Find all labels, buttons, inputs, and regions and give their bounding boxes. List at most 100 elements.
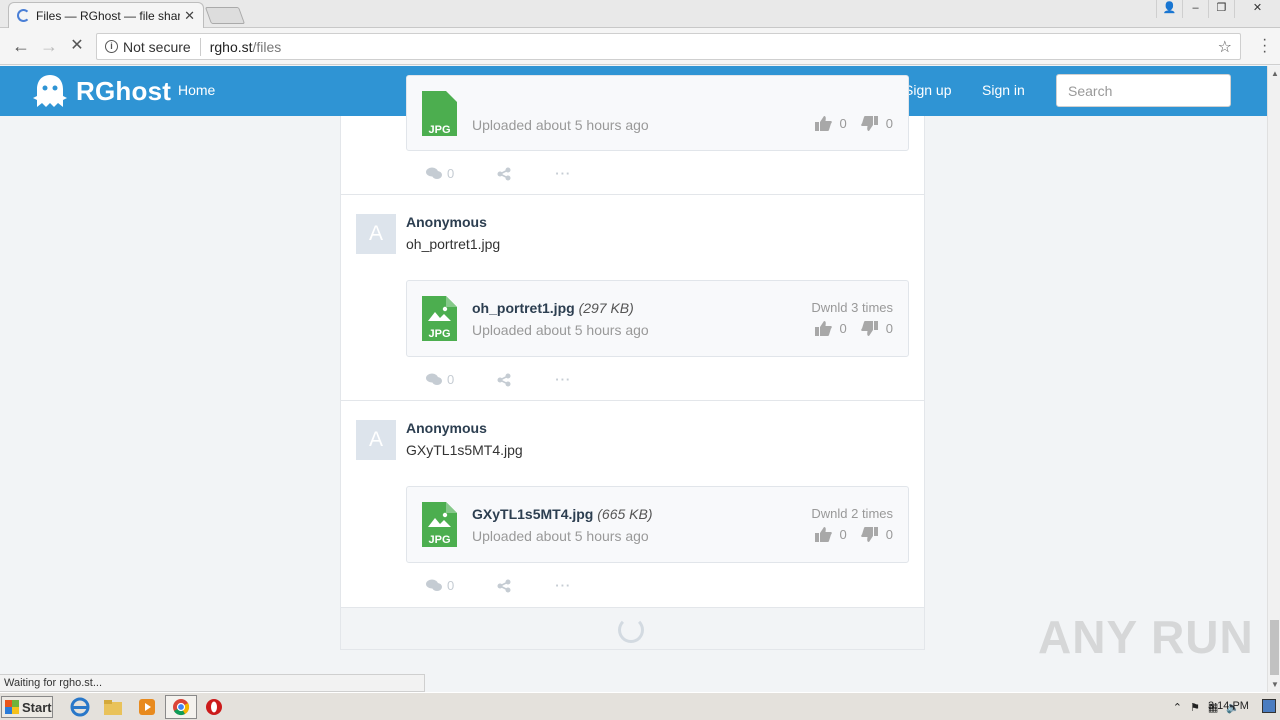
- dislike-count: 0: [885, 116, 893, 131]
- share-icon: [497, 579, 511, 592]
- thumbs-up-icon: [814, 527, 832, 542]
- comments-button[interactable]: 0: [426, 372, 454, 387]
- avatar[interactable]: A: [356, 214, 396, 254]
- address-bar[interactable]: i Not secure rgho.st/files ☆: [96, 33, 1241, 60]
- search-input[interactable]: [1056, 74, 1231, 107]
- new-tab-button[interactable]: [204, 7, 246, 24]
- security-label: Not secure: [123, 38, 191, 55]
- vote-controls: 0 0: [801, 527, 893, 542]
- back-arrow-icon[interactable]: ←: [10, 36, 32, 58]
- bookmark-star-icon[interactable]: ☆: [1218, 37, 1232, 57]
- share-button[interactable]: [497, 373, 511, 387]
- jpg-badge: JPG: [428, 328, 450, 340]
- page-scrollbar[interactable]: ▲ ▼: [1267, 66, 1280, 692]
- start-button[interactable]: Start: [1, 696, 53, 718]
- file-name[interactable]: GXyTL1s5MT4.jpg (665 KB): [472, 506, 653, 522]
- browser-toolbar: ← → ✕ i Not secure rgho.st/files ☆ · · ·: [0, 28, 1280, 65]
- post-author[interactable]: Anonymous: [406, 420, 487, 436]
- user-icon[interactable]: 👤: [1156, 0, 1182, 18]
- stop-loading-icon[interactable]: ✕: [66, 36, 88, 58]
- show-desktop-button[interactable]: [1262, 699, 1276, 713]
- scroll-down-arrow-icon[interactable]: ▼: [1271, 680, 1279, 689]
- like-button[interactable]: 0: [814, 116, 847, 131]
- thumbs-down-icon: [861, 116, 878, 131]
- share-button[interactable]: [497, 167, 511, 181]
- vote-controls: 0 0: [801, 116, 893, 131]
- share-button[interactable]: [497, 579, 511, 593]
- browser-menu-icon[interactable]: · · ·: [1262, 32, 1267, 60]
- file-explorer-icon[interactable]: [102, 697, 124, 717]
- forward-arrow-icon[interactable]: →: [38, 36, 60, 58]
- like-button[interactable]: 0: [814, 321, 847, 336]
- file-name-text[interactable]: oh_portret1.jpg: [472, 300, 575, 316]
- minimize-button[interactable]: –: [1182, 0, 1208, 18]
- like-button[interactable]: 0: [814, 527, 847, 542]
- url-host: rgho.st: [209, 38, 253, 55]
- action-center-flag-icon[interactable]: ⚑: [1190, 701, 1200, 714]
- avatar[interactable]: A: [356, 420, 396, 460]
- file-size: (297 KB): [578, 300, 634, 316]
- url-text: rgho.st/files: [210, 39, 282, 55]
- nav-home-link[interactable]: Home: [178, 82, 215, 98]
- chrome-taskbar-button[interactable]: [165, 695, 197, 719]
- post-actions: 0 ···: [426, 372, 571, 387]
- thumbs-down-icon: [861, 321, 878, 336]
- dislike-button[interactable]: 0: [861, 321, 893, 336]
- comments-button[interactable]: 0: [426, 578, 454, 593]
- like-count: 0: [839, 321, 847, 336]
- file-card[interactable]: JPG GXyTL1s5MT4.jpg (665 KB) Uploaded ab…: [406, 486, 909, 563]
- opera-icon[interactable]: [204, 697, 226, 717]
- scrollbar-thumb[interactable]: [1270, 620, 1279, 675]
- jpg-badge: JPG: [428, 534, 450, 546]
- omnibox-divider: [199, 37, 201, 56]
- dislike-button[interactable]: 0: [861, 116, 893, 131]
- comments-button[interactable]: 0: [426, 166, 454, 181]
- start-label: Start: [22, 699, 52, 715]
- anyrun-watermark: ANY RUN: [1038, 611, 1254, 663]
- site-logo[interactable]: RGhost: [32, 74, 171, 108]
- download-count: Dwnld 2 times: [811, 506, 893, 521]
- thumbs-down-icon: [861, 527, 878, 542]
- url-path: /files: [252, 38, 282, 55]
- tray-expand-icon[interactable]: ⌃: [1173, 701, 1182, 714]
- post-description: oh_portret1.jpg: [406, 236, 501, 252]
- more-options-icon[interactable]: ···: [555, 166, 571, 181]
- more-options-icon[interactable]: ···: [555, 372, 571, 387]
- restore-button[interactable]: ❐: [1208, 0, 1234, 18]
- info-icon[interactable]: i: [105, 40, 118, 53]
- loading-spinner-icon: [618, 617, 644, 643]
- jpg-file-icon: JPG: [422, 296, 457, 341]
- loading-spinner-icon: [17, 9, 30, 22]
- sign-in-link[interactable]: Sign in: [982, 82, 1025, 98]
- thumbs-up-icon: [814, 321, 832, 336]
- share-icon: [497, 373, 511, 386]
- media-player-icon[interactable]: [136, 697, 158, 717]
- sign-up-link[interactable]: Sign up: [904, 82, 951, 98]
- file-size: (665 KB): [597, 506, 653, 522]
- close-tab-icon[interactable]: ✕: [184, 8, 195, 24]
- feed-post: JPG Uploaded about 5 hours ago 0 0 0 ···: [341, 75, 924, 195]
- internet-explorer-icon[interactable]: [69, 697, 91, 717]
- file-name-text[interactable]: GXyTL1s5MT4.jpg: [472, 506, 593, 522]
- file-card[interactable]: JPG Uploaded about 5 hours ago 0 0: [406, 75, 909, 151]
- post-author[interactable]: Anonymous: [406, 214, 487, 230]
- comments-count: 0: [447, 578, 455, 593]
- file-name[interactable]: oh_portret1.jpg (297 KB): [472, 300, 634, 316]
- close-window-button[interactable]: ✕: [1234, 0, 1280, 18]
- file-card[interactable]: JPG oh_portret1.jpg (297 KB) Uploaded ab…: [406, 280, 909, 357]
- upload-time: Uploaded about 5 hours ago: [472, 528, 649, 544]
- feed-post: A Anonymous GXyTL1s5MT4.jpg JPG GXyTL1s5…: [341, 401, 924, 608]
- files-feed: JPG Uploaded about 5 hours ago 0 0 0 ···…: [340, 75, 925, 650]
- dislike-count: 0: [885, 527, 893, 542]
- more-options-icon[interactable]: ···: [555, 578, 571, 593]
- dislike-count: 0: [885, 321, 893, 336]
- taskbar-clock[interactable]: 3:14 PM: [1208, 700, 1249, 712]
- brand-name: RGhost: [76, 75, 172, 106]
- browser-tab[interactable]: Files — RGhost — file sharing ✕: [8, 2, 204, 28]
- thumbs-up-icon: [814, 116, 832, 131]
- dislike-button[interactable]: 0: [861, 527, 893, 542]
- vote-controls: 0 0: [801, 321, 893, 336]
- upload-time: Uploaded about 5 hours ago: [472, 322, 649, 338]
- scroll-up-arrow-icon[interactable]: ▲: [1271, 69, 1279, 78]
- comments-icon: [426, 373, 442, 385]
